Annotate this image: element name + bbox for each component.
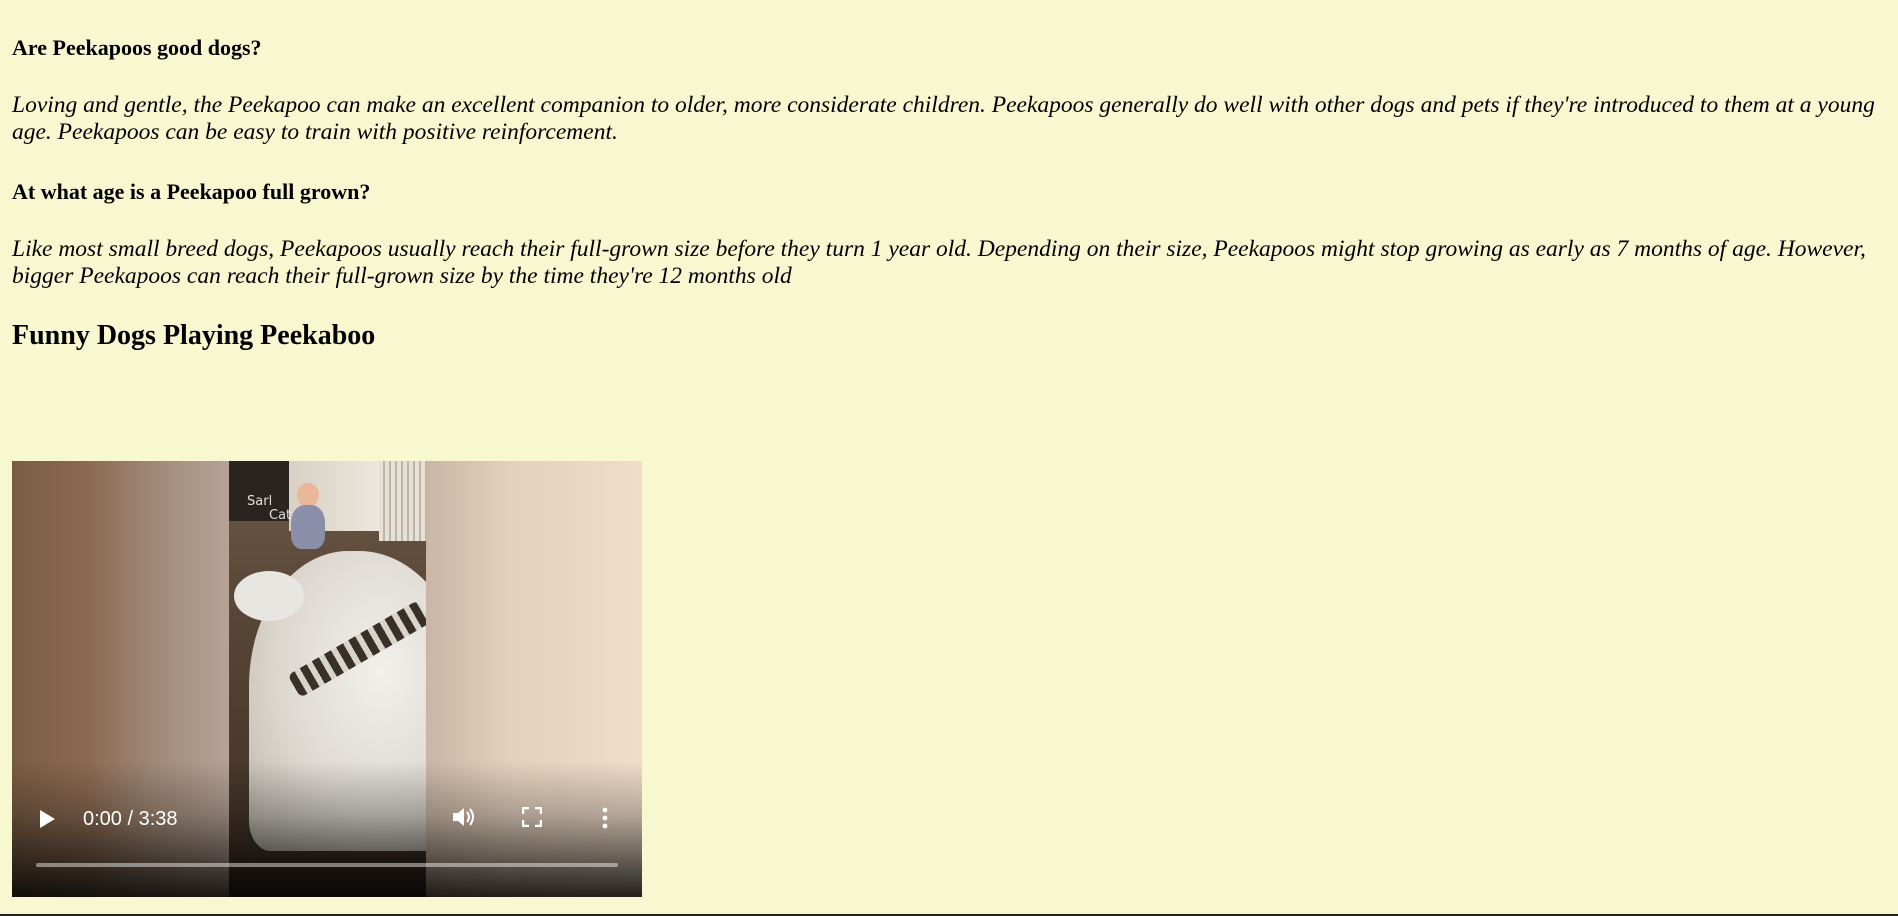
faq-question-2: At what age is a Peekapoo full grown? xyxy=(12,179,371,204)
faq-answer-2: Like most small breed dogs, Peekapoos us… xyxy=(12,236,1866,289)
video-watermark: Sarl Cat xyxy=(247,494,292,523)
video-dog-ear xyxy=(234,571,304,621)
more-options-icon[interactable] xyxy=(600,806,610,830)
fullscreen-icon[interactable] xyxy=(521,806,543,828)
faq-answer-1: Loving and gentle, the Peekapoo can make… xyxy=(12,92,1875,145)
video-gate xyxy=(379,461,426,541)
play-icon[interactable] xyxy=(40,810,55,828)
faq-question-1: Are Peekapoos good dogs? xyxy=(12,35,262,60)
video-baby xyxy=(287,481,327,561)
video-time-display: 0:00 / 3:38 xyxy=(83,808,178,830)
video-controls: 0:00 / 3:38 xyxy=(12,761,642,897)
video-section-title: Funny Dogs Playing Peekaboo xyxy=(12,320,376,351)
volume-icon[interactable] xyxy=(451,806,477,828)
video-player[interactable]: Sarl Cat 0:00 / 3:38 xyxy=(12,461,642,897)
video-progress-bar[interactable] xyxy=(36,863,618,867)
